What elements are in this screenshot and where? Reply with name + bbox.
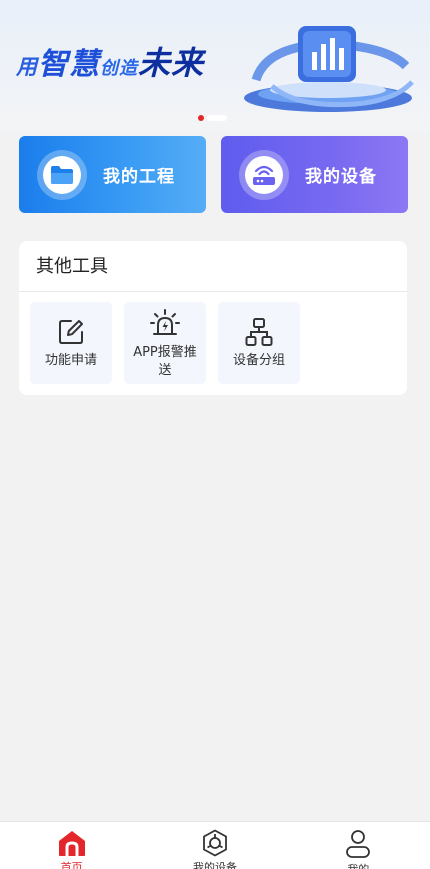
slogan-part-4: 未来 (138, 44, 205, 82)
carousel-dot-active[interactable] (198, 115, 204, 121)
folder-icon (51, 165, 73, 184)
data-platform-illustration (244, 26, 414, 112)
device-icon (203, 829, 227, 857)
tool-app-alarm-push-label: APP报警推送 (133, 345, 197, 378)
my-device-label: 我的设备 (305, 167, 377, 187)
bottom-tab-bar: 首页 我的设备 我的 (0, 821, 430, 869)
other-tools-panel: 其他工具 功能申请 APP报警推送 设备分组 (19, 241, 407, 395)
tab-home-label: 首页 (60, 861, 83, 869)
banner-carousel[interactable]: 用智慧创造未来 (0, 0, 430, 132)
tool-feature-request-label: 功能申请 (44, 353, 97, 368)
router-icon-badge (239, 149, 289, 200)
alarm-icon (150, 309, 180, 335)
tool-feature-request[interactable]: 功能申请 (30, 302, 112, 384)
slogan-part-2: 智慧 (38, 47, 100, 82)
tools-grid: 功能申请 APP报警推送 设备分组 (30, 302, 300, 384)
banner-slogan: 用智慧创造未来 (16, 38, 204, 84)
my-device-card[interactable]: 我的设备 (221, 136, 408, 213)
tab-my-device-label: 我的设备 (192, 861, 237, 869)
edit-icon (59, 320, 83, 344)
tool-app-alarm-push[interactable]: APP报警推送 (124, 302, 206, 384)
slogan-part-3: 创造 (100, 58, 138, 79)
other-tools-title: 其他工具 (19, 241, 407, 292)
tab-home[interactable]: 首页 (0, 822, 143, 869)
slogan-part-1: 用 (16, 55, 38, 79)
tab-mine-label: 我的 (347, 861, 369, 869)
tab-mine[interactable]: 我的 (287, 822, 430, 869)
my-project-card[interactable]: 我的工程 (19, 136, 206, 213)
home-icon (58, 831, 85, 856)
carousel-dot[interactable] (207, 115, 227, 121)
folder-icon-badge (37, 149, 87, 200)
hierarchy-icon (245, 318, 273, 346)
user-icon (346, 830, 371, 858)
tool-device-grouping[interactable]: 设备分组 (218, 302, 300, 384)
my-project-label: 我的工程 (103, 167, 175, 187)
carousel-indicator (198, 115, 227, 121)
tool-device-grouping-label: 设备分组 (232, 353, 285, 368)
router-icon (253, 165, 275, 185)
tab-my-device[interactable]: 我的设备 (143, 822, 286, 869)
